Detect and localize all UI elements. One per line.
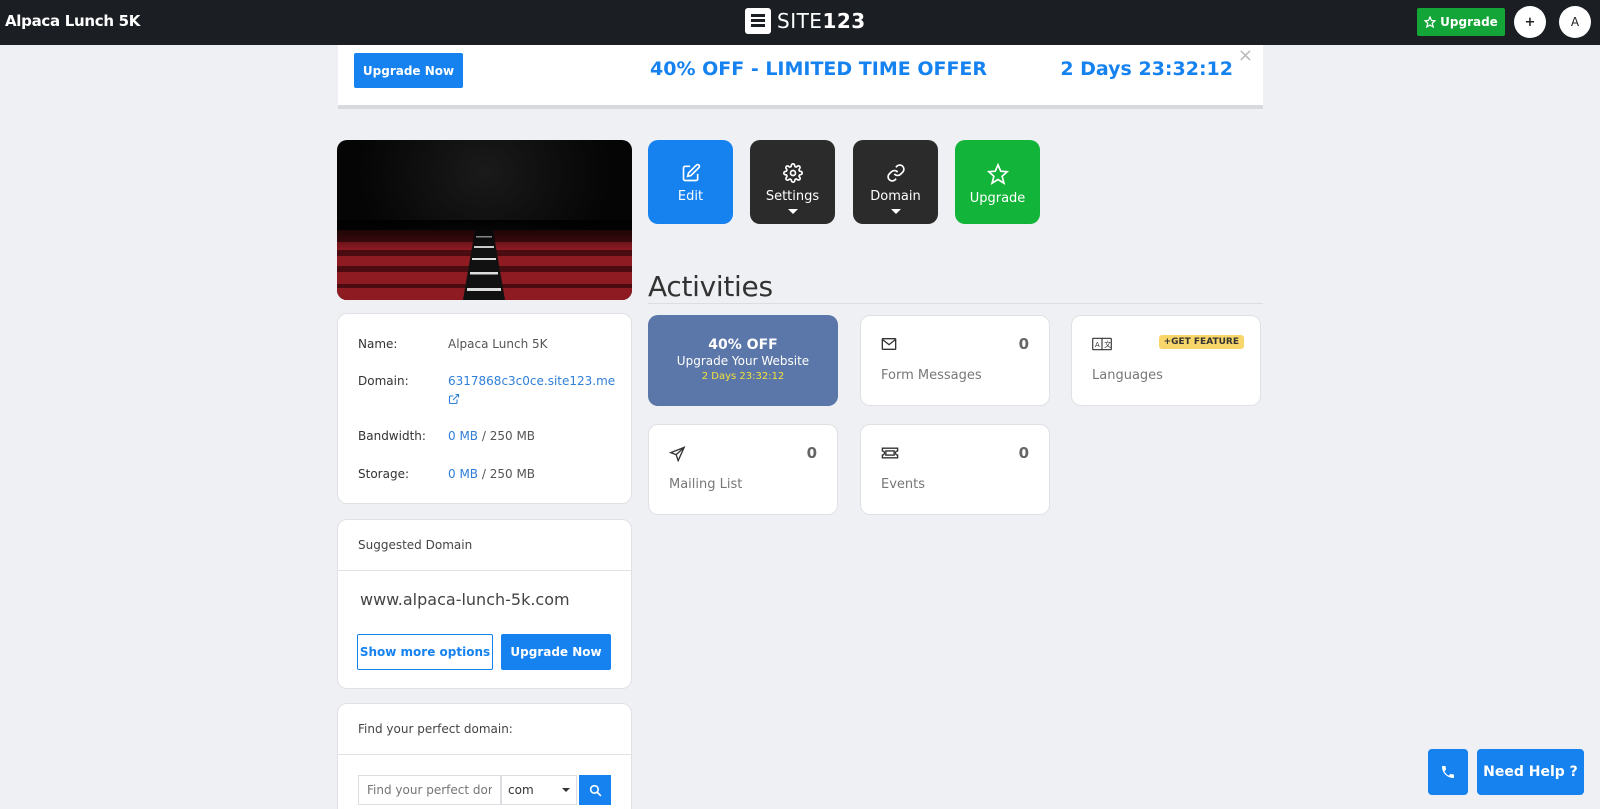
phone-button[interactable] xyxy=(1428,749,1468,795)
form-messages-count: 0 xyxy=(1018,335,1029,353)
logo-text: SITE123 xyxy=(777,9,866,33)
events-label: Events xyxy=(881,477,926,492)
svg-text:A: A xyxy=(1095,340,1100,349)
languages-card[interactable]: A文 +GET FEATURE Languages xyxy=(1071,315,1261,406)
divider xyxy=(338,754,631,755)
domain-label: Domain: xyxy=(358,374,409,388)
edit-button[interactable]: Edit xyxy=(648,140,733,224)
storage-value: 0 MB / 250 MB xyxy=(448,467,536,481)
offer-text: 40% OFF - LIMITED TIME OFFER xyxy=(650,58,988,80)
theater-seats-image xyxy=(337,220,632,300)
domain-button[interactable]: Domain xyxy=(853,140,938,224)
form-messages-card[interactable]: 0 Form Messages xyxy=(860,315,1050,406)
site-title: Alpaca Lunch 5K xyxy=(5,12,141,30)
ticket-icon xyxy=(881,447,899,459)
settings-button[interactable]: Settings xyxy=(750,140,835,224)
offer-upgrade-button[interactable]: Upgrade Now xyxy=(354,53,463,88)
divider xyxy=(648,303,1263,304)
language-icon: A文 xyxy=(1092,337,1112,351)
star-icon xyxy=(1424,16,1437,28)
chevron-down-icon xyxy=(890,209,901,214)
external-link-icon[interactable] xyxy=(448,393,460,405)
upgrade-now-button[interactable]: Upgrade Now xyxy=(501,634,611,670)
envelope-icon xyxy=(881,338,897,350)
phone-icon xyxy=(1442,766,1454,778)
activities-title: Activities xyxy=(648,270,773,303)
suggested-domain-heading: Suggested Domain xyxy=(358,538,473,552)
svg-text:文: 文 xyxy=(1104,340,1111,349)
close-icon[interactable]: × xyxy=(1238,45,1253,66)
add-button[interactable]: + xyxy=(1514,6,1546,38)
name-value: Alpaca Lunch 5K xyxy=(448,337,548,351)
find-domain-panel: Find your perfect domain: com xyxy=(337,703,632,809)
tld-select[interactable]: com xyxy=(501,775,577,805)
promo-timer: 2 Days 23:32:12 xyxy=(701,371,785,382)
suggested-domain-name: www.alpaca-lunch-5k.com xyxy=(360,590,570,609)
promo-text: Upgrade Your Website xyxy=(676,354,810,368)
site-preview-image[interactable] xyxy=(337,140,632,300)
star-icon xyxy=(986,163,1009,185)
domain-link[interactable]: 6317868c3c0ce.site123.me xyxy=(448,374,615,388)
top-upgrade-button[interactable]: Upgrade xyxy=(1417,8,1505,36)
link-icon xyxy=(886,164,905,182)
site123-logo[interactable]: SITE123 xyxy=(745,8,866,34)
offer-banner: Upgrade Now 40% OFF - LIMITED TIME OFFER… xyxy=(338,45,1263,109)
paper-plane-icon xyxy=(669,446,686,462)
suggested-domain-panel: Suggested Domain www.alpaca-lunch-5k.com… xyxy=(337,519,632,689)
mailing-list-label: Mailing List xyxy=(669,477,743,492)
show-more-options-button[interactable]: Show more options xyxy=(357,634,493,670)
events-card[interactable]: 0 Events xyxy=(860,424,1050,515)
name-label: Name: xyxy=(358,337,398,351)
promo-discount: 40% OFF xyxy=(708,337,778,353)
domain-search-input[interactable] xyxy=(358,775,501,805)
find-domain-heading: Find your perfect domain: xyxy=(358,722,513,736)
edit-icon xyxy=(682,163,700,182)
mailing-list-count: 0 xyxy=(806,444,817,462)
upgrade-tile-button[interactable]: Upgrade xyxy=(955,140,1040,224)
events-count: 0 xyxy=(1018,444,1029,462)
storage-label: Storage: xyxy=(358,467,409,481)
search-icon xyxy=(589,784,601,796)
bandwidth-value: 0 MB / 250 MB xyxy=(448,429,536,443)
top-bar: Alpaca Lunch 5K SITE123 Upgrade + A xyxy=(0,0,1600,45)
mailing-list-card[interactable]: 0 Mailing List xyxy=(648,424,838,515)
avatar[interactable]: A xyxy=(1559,6,1591,38)
languages-label: Languages xyxy=(1092,368,1163,383)
get-feature-badge[interactable]: +GET FEATURE xyxy=(1158,335,1244,349)
logo-icon xyxy=(745,8,771,34)
offer-timer: 2 Days 23:32:12 xyxy=(1060,58,1233,80)
promo-card[interactable]: 40% OFF Upgrade Your Website 2 Days 23:3… xyxy=(648,315,838,406)
form-messages-label: Form Messages xyxy=(881,368,982,383)
divider xyxy=(338,570,631,571)
gear-icon xyxy=(782,163,803,183)
site-info-panel: Name: Alpaca Lunch 5K Domain: 6317868c3c… xyxy=(337,313,632,504)
bandwidth-label: Bandwidth: xyxy=(358,429,426,443)
chevron-down-icon xyxy=(562,788,570,792)
need-help-button[interactable]: Need Help ? xyxy=(1477,749,1584,795)
domain-search-button[interactable] xyxy=(579,775,611,805)
chevron-down-icon xyxy=(787,209,798,214)
